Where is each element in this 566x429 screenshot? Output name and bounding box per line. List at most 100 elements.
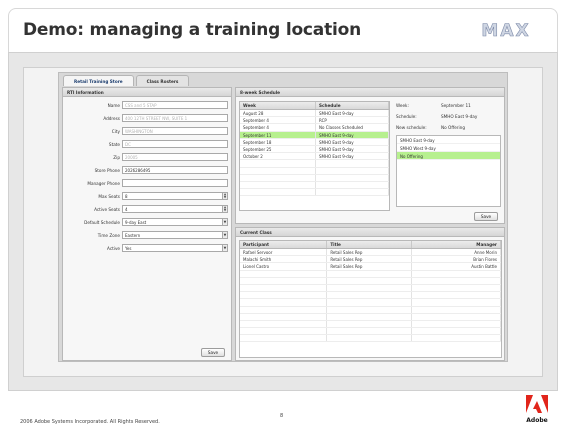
max-seats-stepper[interactable]: 8 ▲ ▼ (122, 192, 228, 200)
schedule-options-list: SMHO East 9-day SMHO West 9-day No Offer… (396, 135, 501, 207)
max-logo-text: MAX (481, 21, 530, 39)
max-seats-label: Max Seats (98, 194, 120, 199)
week-cell: September 4 (240, 124, 316, 131)
schedule-cell: RCP (316, 117, 389, 124)
week-cell: September 4 (240, 117, 316, 124)
table-row[interactable]: Rafael Servoor Retail Sales Rep Anne Mor… (240, 249, 501, 257)
form-row-state: State DC (63, 140, 233, 149)
table-row-selected[interactable]: September 11 SMHO East 9-day (240, 131, 389, 139)
participant-cell: Lionel Castro (240, 263, 328, 270)
schedule-cell: SMHO East 9-day (316, 153, 389, 160)
active-seats-value: 4 (125, 207, 128, 212)
page-number: 8 (280, 413, 284, 419)
column-header-week[interactable]: Week (240, 102, 316, 109)
state-field[interactable]: DC (122, 140, 228, 148)
list-item[interactable]: SMHO East 9-day (397, 136, 500, 144)
title-cell: Retail Sales Rep (327, 256, 412, 263)
current-class-table-header: Participant Title Manager (240, 241, 501, 249)
rti-information-panel: RTI Information Name CSS and 5 STAP Addr… (62, 87, 232, 361)
manager-cell: Brian Flores (412, 256, 501, 263)
table-row[interactable]: September 4 No Classes Scheduled (240, 124, 389, 132)
max-seats-stepper-buttons[interactable]: ▲ ▼ (222, 193, 227, 199)
list-item-selected[interactable]: No Offering (397, 152, 500, 160)
chevron-down-icon[interactable]: ▼ (222, 232, 227, 238)
schedule-table: Week Schedule August 28 SMHO East 9-day … (239, 101, 390, 211)
table-row-empty (240, 174, 389, 182)
table-row[interactable]: September 4 RCP (240, 117, 389, 125)
manager-phone-label: Manager Phone (87, 181, 120, 186)
name-field[interactable]: CSS and 5 STAP (122, 101, 228, 109)
stepper-down-icon[interactable]: ▼ (223, 209, 227, 212)
column-header-title[interactable]: Title (327, 241, 412, 248)
table-row-empty (240, 335, 501, 343)
table-row[interactable]: October 2 SMHO East 9-day (240, 153, 389, 161)
default-schedule-select[interactable]: 9-day East ▼ (122, 218, 228, 226)
time-zone-select[interactable]: Eastern ▼ (122, 231, 228, 239)
rti-panel-header: RTI Information (63, 88, 231, 97)
tab-retail-training-store[interactable]: Retail Training Store (63, 75, 134, 86)
table-row-empty (240, 181, 389, 190)
stepper-down-icon[interactable]: ▼ (223, 196, 227, 199)
store-phone-field[interactable]: 2026286495 (122, 166, 228, 174)
current-class-panel-header: Current Class (236, 228, 504, 237)
table-row-empty (240, 160, 389, 168)
slide-title: Demo: managing a training location (23, 20, 362, 40)
name-label: Name (107, 103, 120, 108)
form-row-name: Name CSS and 5 STAP (63, 101, 233, 110)
current-class-table: Participant Title Manager Rafael Servoor… (239, 240, 502, 358)
participant-cell: Rafael Servoor (240, 249, 328, 256)
active-seats-stepper[interactable]: 4 ▲ ▼ (122, 205, 228, 213)
active-label: Active (107, 246, 120, 251)
column-header-manager[interactable]: Manager (412, 241, 501, 248)
active-seats-stepper-buttons[interactable]: ▲ ▼ (222, 206, 227, 212)
zip-label: Zip (113, 155, 120, 160)
form-row-active: Active Yes ▼ (63, 244, 233, 253)
store-phone-label: Store Phone (94, 168, 120, 173)
address-field[interactable]: 400 12TH STREET NW, SUITE 1 (122, 114, 228, 122)
city-field[interactable]: WASHINGTON (122, 127, 228, 135)
schedule-save-button[interactable]: Save (474, 212, 498, 221)
max-logo: MAX (481, 21, 530, 39)
adobe-logo-text: Adobe (526, 417, 547, 424)
chevron-down-icon[interactable]: ▼ (222, 219, 227, 225)
rti-save-button[interactable]: Save (201, 348, 225, 357)
table-row-empty (240, 284, 501, 293)
title-cell: Retail Sales Rep (327, 249, 412, 256)
table-row[interactable]: August 28 SMHO East 9-day (240, 110, 389, 118)
time-zone-value: Eastern (125, 233, 141, 238)
active-select[interactable]: Yes ▼ (122, 244, 228, 252)
list-item[interactable]: SMHO West 9-day (397, 144, 500, 152)
manager-phone-field[interactable] (122, 179, 228, 187)
table-row-empty (240, 189, 389, 197)
table-row-empty (240, 328, 501, 336)
table-row-empty (240, 167, 389, 175)
form-row-store-phone: Store Phone 2026286495 (63, 166, 233, 175)
table-row[interactable]: Malachi Smith Retail Sales Rep Brian Flo… (240, 256, 501, 264)
current-class-panel: Current Class Participant Title Manager … (235, 227, 505, 361)
table-row[interactable]: September 25 SMHO East 9-day (240, 145, 389, 154)
form-row-active-seats: Active Seats 4 ▲ ▼ (63, 205, 233, 214)
column-header-schedule[interactable]: Schedule (316, 102, 389, 109)
week-cell: September 25 (240, 145, 316, 153)
manager-cell: Anne Morin (412, 249, 501, 256)
schedule-cell: SMHO East 9-day (316, 131, 389, 138)
form-row-max-seats: Max Seats 8 ▲ ▼ (63, 192, 233, 201)
table-row[interactable]: Lionel Castro Retail Sales Rep Austin Ba… (240, 263, 501, 271)
table-row-empty (240, 313, 501, 321)
week-cell: September 11 (240, 131, 316, 138)
table-row-empty (240, 306, 501, 314)
participant-cell: Malachi Smith (240, 256, 328, 263)
table-row-empty (240, 277, 501, 285)
chevron-down-icon[interactable]: ▼ (222, 245, 227, 251)
table-row-empty (240, 270, 501, 278)
table-row[interactable]: September 18 SMHO East 9-day (240, 138, 389, 146)
active-value: Yes (125, 246, 132, 251)
column-header-participant[interactable]: Participant (240, 241, 328, 248)
zip-field[interactable]: 20005 (122, 153, 228, 161)
tab-class-rosters[interactable]: Class Rosters (135, 75, 190, 86)
week-cell: October 2 (240, 153, 316, 160)
form-row-manager-phone: Manager Phone (63, 179, 233, 188)
form-row-default-schedule: Default Schedule 9-day East ▼ (63, 218, 233, 227)
default-schedule-label: Default Schedule (84, 220, 120, 225)
form-row-address: Address 400 12TH STREET NW, SUITE 1 (63, 114, 233, 123)
